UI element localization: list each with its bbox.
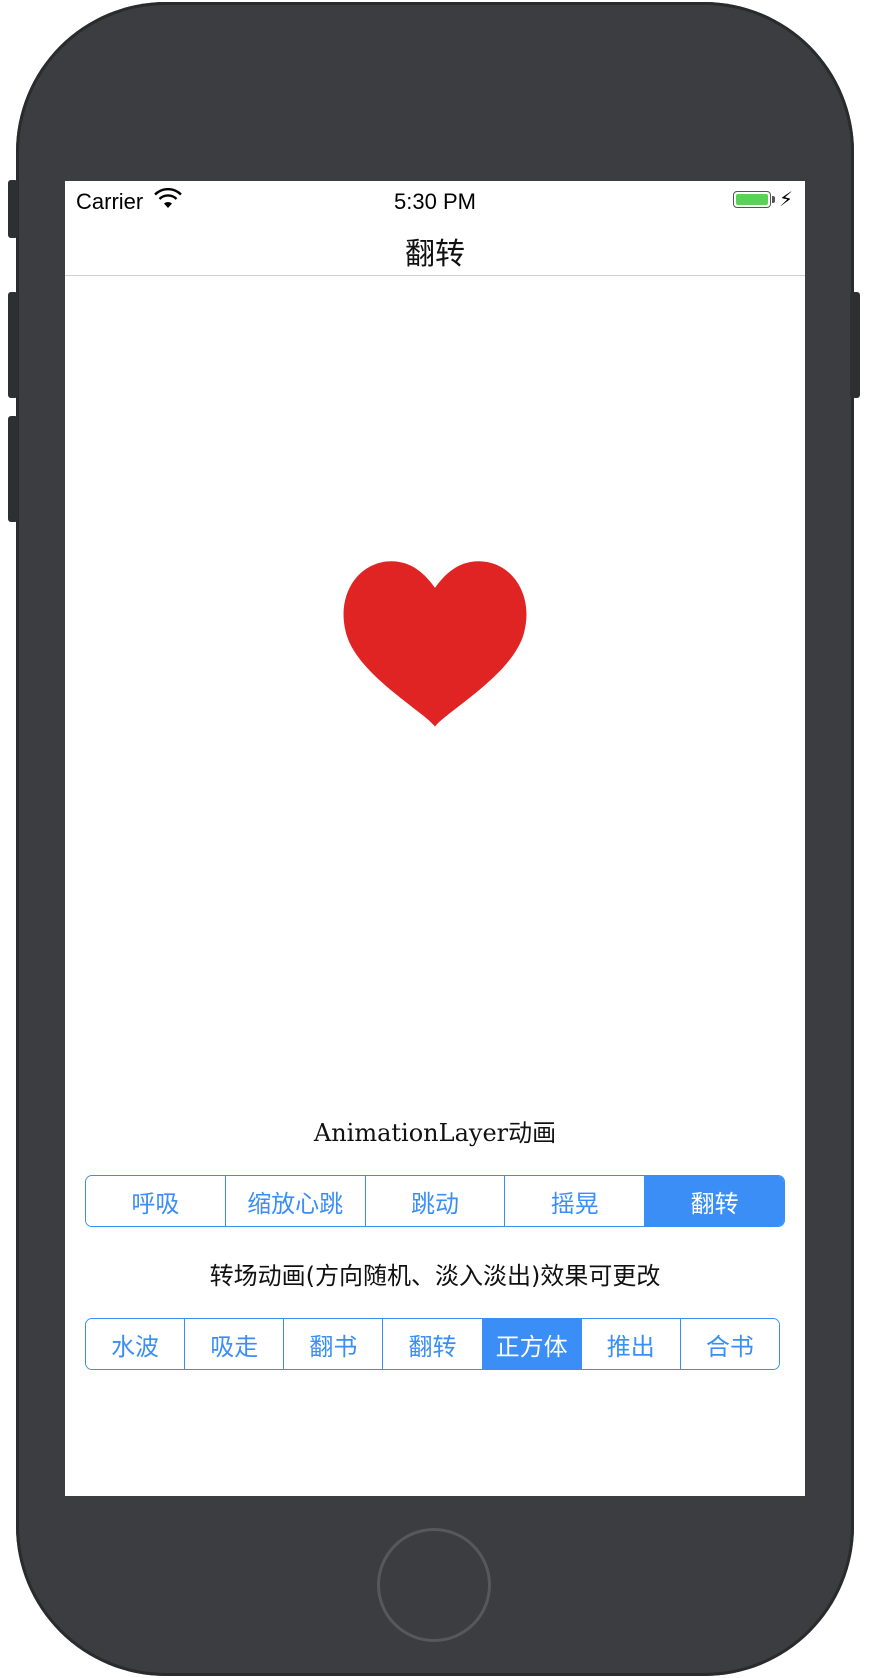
page-title: 翻转 bbox=[405, 237, 465, 272]
animation-segment[interactable]: 呼吸 bbox=[86, 1176, 226, 1226]
transition-segmented-control: 水波 吸走 翻书 翻转 正方体 推出 合书 bbox=[85, 1318, 780, 1370]
transition-segment[interactable]: 水波 bbox=[86, 1319, 186, 1369]
status-time: 5:30 PM bbox=[394, 189, 476, 214]
transition-segment[interactable]: 翻转 bbox=[383, 1319, 483, 1369]
charging-bolt-icon: ⚡ bbox=[779, 187, 794, 211]
transition-segment[interactable]: 翻书 bbox=[284, 1319, 384, 1369]
transition-label: 转场动画(方向随机、淡入淡出)效果可更改 bbox=[209, 1262, 661, 1290]
volume-down-button bbox=[8, 416, 18, 522]
animation-layer-label: AnimationLayer动画 bbox=[313, 1119, 557, 1147]
animation-segment[interactable]: 摇晃 bbox=[505, 1176, 646, 1226]
navigation-bar: 翻转 bbox=[65, 219, 805, 276]
screen: Carrier 5:30 PM ⚡ 翻转 AnimationLayer动画 呼吸… bbox=[65, 181, 805, 1496]
animation-segment[interactable]: 跳动 bbox=[365, 1176, 506, 1226]
transition-segment[interactable]: 正方体 bbox=[482, 1319, 582, 1369]
status-bar: Carrier 5:30 PM ⚡ bbox=[65, 181, 805, 219]
transition-segment[interactable]: 合书 bbox=[680, 1319, 779, 1369]
home-button[interactable] bbox=[377, 1528, 491, 1642]
animation-segmented-control: 呼吸 缩放心跳 跳动 摇晃 翻转 bbox=[85, 1175, 785, 1227]
animation-segment[interactable]: 缩放心跳 bbox=[225, 1176, 366, 1226]
transition-segment[interactable]: 吸走 bbox=[185, 1319, 285, 1369]
battery-tip bbox=[772, 196, 775, 203]
mute-switch bbox=[8, 180, 18, 238]
transition-segment[interactable]: 推出 bbox=[581, 1319, 681, 1369]
battery-icon bbox=[733, 191, 771, 208]
volume-up-button bbox=[8, 292, 18, 398]
animation-segment[interactable]: 翻转 bbox=[645, 1176, 784, 1226]
power-button bbox=[850, 292, 860, 398]
heart-icon bbox=[343, 561, 527, 727]
